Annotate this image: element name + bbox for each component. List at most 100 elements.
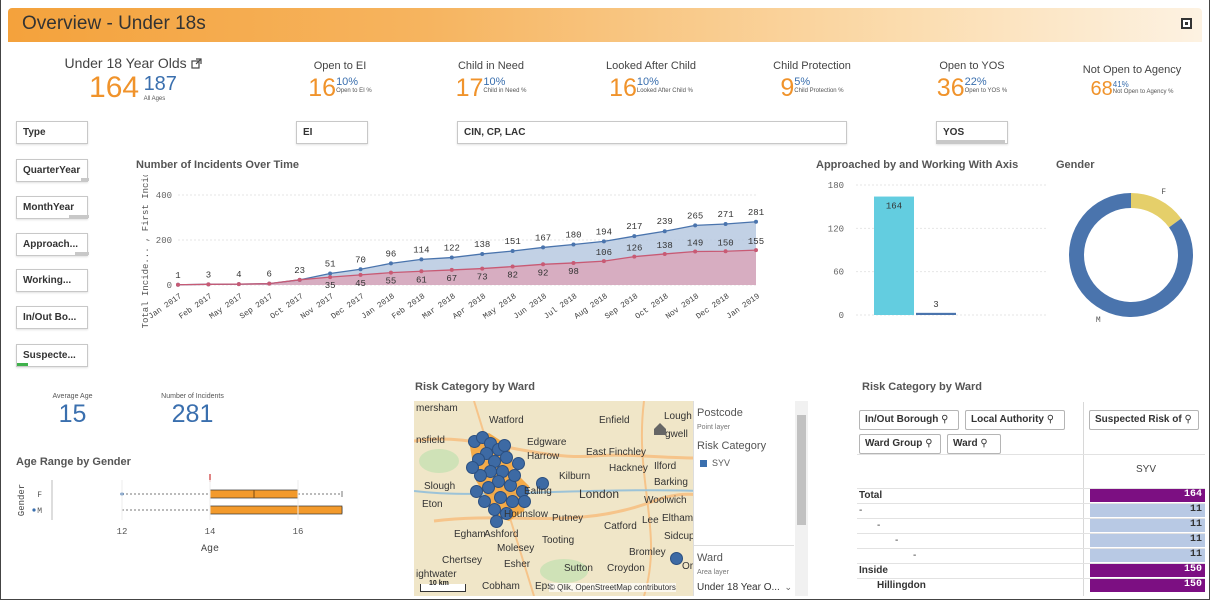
filter-label: CIN, CP, LAC [464, 127, 526, 138]
table-row[interactable]: - 11 [857, 548, 1205, 562]
filter-label: Type [23, 127, 46, 138]
table-row[interactable]: Inside 150 [857, 563, 1205, 577]
map-place-label: Sutton [564, 563, 593, 574]
data-point [358, 267, 363, 272]
gender-donut-chart[interactable]: FM [1056, 180, 1206, 355]
data-label: 149 [687, 238, 703, 248]
dim-chip-in-out-borough[interactable]: In/Out Borough ⚲ [859, 410, 959, 430]
map-place-label: Molesey [497, 543, 535, 554]
kpi-child-protection[interactable]: Child Protection 9 5% Child Protection % [752, 60, 872, 103]
data-label: 167 [535, 233, 551, 243]
sheet-header: Overview - Under 18s [8, 8, 1202, 42]
data-label: 4 [236, 270, 241, 280]
dim-chip-local-authority[interactable]: Local Authority ⚲ [965, 410, 1065, 430]
filter-in-out-borough[interactable]: In/Out Bo... [16, 306, 88, 329]
filter-working[interactable]: Working... [16, 269, 88, 292]
kpi-open-to-ei[interactable]: Open to EI 16 10% Open to EI % [280, 60, 400, 103]
approached-working-chart[interactable]: 0 60 120 180 164 3 [814, 175, 1050, 325]
kpi-value: 17 [455, 74, 484, 102]
kpi-main-sub-label: All Ages [143, 96, 166, 102]
filter-ei[interactable]: EI [296, 121, 368, 144]
incidents-kpi[interactable]: Number of Incidents 281 [140, 393, 245, 429]
x-tick-label: Feb 2017 [178, 292, 215, 322]
map-place-label: mersham [416, 403, 458, 414]
legend-layer-type: Point layer [697, 424, 731, 431]
dim-chip-ward-group[interactable]: Ward Group ⚲ [859, 434, 941, 454]
table-row[interactable]: Hillingdon 150 [857, 578, 1205, 592]
incidents-over-time-chart[interactable]: 0 200 400 Total Incide... , First Incid... 1… [136, 175, 776, 330]
filter-cin-cp-lac[interactable]: CIN, CP, LAC [457, 121, 847, 144]
data-point [358, 272, 363, 277]
data-label: 271 [717, 210, 733, 220]
axis-chart-title: Approached by and Working With Axis [816, 159, 1019, 171]
map-point [482, 481, 495, 494]
filter-label: Suspecte... [23, 350, 76, 361]
filter-label: QuarterYear [23, 165, 81, 176]
table-row[interactable]: - 11 [857, 518, 1205, 532]
data-label: 155 [748, 237, 764, 247]
data-label: 35 [325, 281, 336, 291]
kpi-under-18[interactable]: Under 18 Year Olds 164 187 All Ages [58, 55, 208, 105]
x-tick-label: 12 [117, 527, 128, 537]
kpi-open-to-yos[interactable]: Open to YOS 36 22% Open to YOS % [912, 60, 1032, 103]
average-age-kpi[interactable]: Average Age 15 [30, 393, 115, 429]
filter-approach[interactable]: Approach... [16, 233, 89, 256]
external-link-icon[interactable] [190, 58, 202, 69]
x-tick-label: Feb 2018 [390, 292, 427, 322]
x-tick-label: Dec 2018 [695, 292, 732, 322]
kpi-pct-label: Open to YOS % [964, 88, 1008, 94]
slice-label: F [1161, 188, 1166, 197]
filter-yos[interactable]: YOS [936, 121, 1008, 144]
map-place-label: Slough [424, 481, 456, 492]
filter-type[interactable]: Type [16, 121, 88, 144]
data-point [480, 251, 485, 256]
risk-pivot-table[interactable]: In/Out Borough ⚲ Local Authority ⚲ Ward … [857, 402, 1205, 596]
table-row[interactable]: - 11 [857, 533, 1205, 547]
filter-label: EI [303, 127, 313, 138]
map-home-icon[interactable] [652, 421, 668, 437]
kpi-looked-after-child[interactable]: Looked After Child 16 10% Looked After Chi… [591, 60, 711, 103]
age-range-boxplot[interactable]: FM Gender 12 14 16 Age [12, 472, 382, 562]
chevron-down-icon[interactable]: ⌄ [784, 582, 792, 593]
data-point [206, 282, 211, 287]
legend-scrollbar[interactable] [795, 401, 808, 596]
table-row[interactable]: Total 164 [857, 488, 1205, 502]
table-row[interactable]: - 11 [857, 503, 1205, 517]
legend-layer-postcode: Postcode [697, 407, 743, 419]
x-tick-label: 16 [293, 527, 304, 537]
data-point [723, 222, 728, 227]
map-place-label: ightwater [416, 569, 457, 580]
dim-chip-ward[interactable]: Ward ⚲ [947, 434, 1001, 454]
filter-label: YOS [943, 127, 965, 138]
row-label: Hillingdon [877, 580, 926, 591]
filter-suspected[interactable]: Suspecte... [16, 344, 88, 367]
map-legend[interactable]: Postcode Point layer Risk Category SYV W… [693, 401, 794, 596]
data-label: 239 [657, 217, 673, 227]
fullscreen-icon[interactable] [1181, 18, 1192, 29]
incidents-label: Number of Incidents [161, 393, 224, 400]
data-point [723, 249, 728, 254]
map-place-label: Cobham [482, 581, 520, 592]
map-place-label: Esher [504, 559, 531, 570]
data-point [510, 264, 515, 269]
legend-swatch [700, 460, 707, 467]
kpi-child-in-need[interactable]: Child in Need 17 10% Child in Need % [431, 60, 551, 103]
dim-chip-suspected-risk[interactable]: Suspected Risk of ⚲ [1089, 410, 1199, 430]
x-tick-label: Aug 2018 [573, 292, 610, 322]
data-label: 217 [626, 222, 642, 232]
category-label: M [37, 507, 42, 516]
search-icon: ⚲ [980, 438, 988, 449]
filter-month-year[interactable]: MonthYear [16, 196, 89, 219]
row-value: 11 [1090, 549, 1205, 562]
map-place-label: Sidcup [664, 531, 695, 542]
row-label: Inside [859, 565, 888, 576]
x-tick-label: Jun 2018 [512, 292, 549, 322]
kpi-not-open-to-agency[interactable]: Not Open to Agency 68 41% Not Open to Agen… [1062, 64, 1202, 101]
filter-quarter-year[interactable]: QuarterYear [16, 159, 89, 182]
data-label: 82 [507, 271, 518, 281]
legend-item: SYV [712, 458, 731, 468]
x-tick-label: Oct 2017 [269, 292, 306, 322]
data-point [632, 234, 637, 239]
data-label: 51 [325, 260, 336, 270]
data-point [449, 267, 454, 272]
